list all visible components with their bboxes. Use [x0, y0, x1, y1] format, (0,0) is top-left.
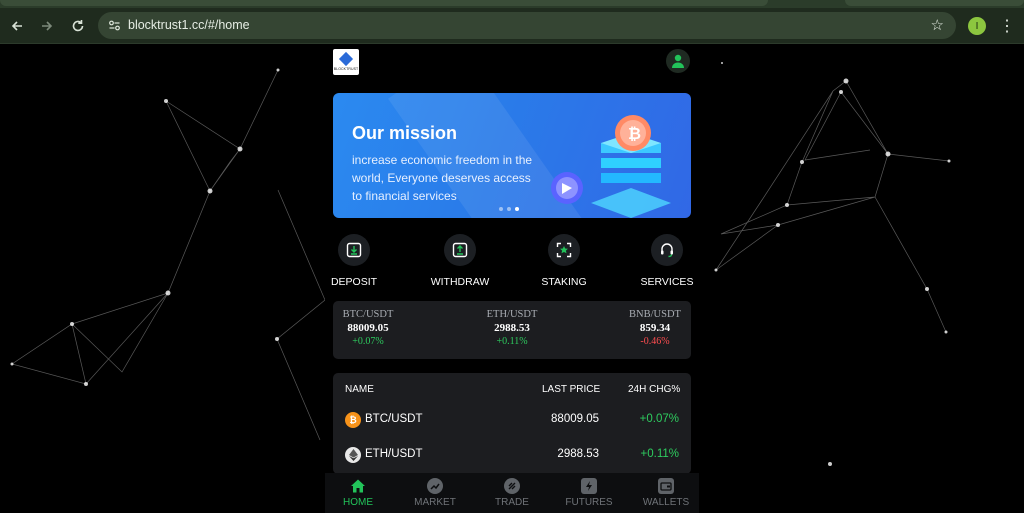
forward-button[interactable]	[36, 15, 58, 37]
quick-actions: DEPOSIT WITHDRAW STAKING SERVICES	[325, 234, 699, 290]
carousel-dot-active[interactable]	[515, 207, 519, 211]
row-price: 88009.05	[551, 413, 599, 425]
nav-label: HOME	[343, 497, 373, 508]
profile-avatar[interactable]: I	[968, 17, 986, 35]
user-profile-button[interactable]	[666, 49, 690, 73]
nav-home[interactable]: HOME	[328, 478, 388, 508]
ticker-eth[interactable]: ETH/USDT 2988.53 +0.11%	[483, 309, 541, 347]
reload-icon	[72, 20, 84, 32]
column-header-price[interactable]: LAST PRICE	[542, 384, 600, 395]
nav-label: MARKET	[414, 497, 456, 508]
staking-button[interactable]: STAKING	[529, 234, 599, 288]
nav-market[interactable]: MARKET	[405, 478, 465, 508]
ticker-bnb[interactable]: BNB/USDT 859.34 -0.46%	[627, 309, 683, 347]
staking-label: STAKING	[541, 276, 587, 288]
ethereum-icon	[345, 447, 361, 463]
row-price: 2988.53	[557, 448, 599, 460]
address-bar[interactable]: blocktrust1.cc/#/home ☆	[98, 12, 956, 39]
nav-wallets[interactable]: WALLETS	[636, 478, 696, 508]
ticker-pair: ETH/USDT	[486, 309, 538, 320]
back-arrow-icon	[11, 21, 22, 31]
wallet-icon	[658, 478, 674, 494]
row-change: +0.11%	[640, 448, 679, 460]
price-ticker: BTC/USDT 88009.05 +0.07% ETH/USDT 2988.5…	[333, 301, 691, 359]
ticker-price: 859.34	[639, 322, 671, 334]
staking-icon	[548, 234, 580, 266]
reload-button[interactable]	[67, 15, 89, 37]
ticker-price: 88009.05	[347, 322, 389, 334]
nav-trade[interactable]: TRADE	[482, 478, 542, 508]
services-button[interactable]: SERVICES	[632, 234, 702, 288]
browser-toolbar: blocktrust1.cc/#/home ☆ I ⋮	[0, 8, 1024, 44]
bitcoin-icon: ₿	[345, 412, 361, 428]
nav-label: FUTURES	[565, 497, 613, 508]
bookmark-star-icon[interactable]: ☆	[931, 16, 944, 34]
row-pair: ETH/USDT	[365, 448, 423, 460]
trade-icon	[504, 478, 520, 494]
banner-title: Our mission	[352, 123, 458, 143]
withdraw-label: WITHDRAW	[430, 276, 490, 288]
mobile-app: BLOCKTRUST Our mission increase economic…	[325, 44, 699, 513]
deposit-icon	[338, 234, 370, 266]
nav-label: TRADE	[495, 497, 529, 508]
svg-text:₿: ₿	[628, 125, 641, 143]
blocktrust-logo[interactable]: BLOCKTRUST	[333, 49, 359, 75]
nav-futures[interactable]: FUTURES	[559, 478, 619, 508]
mission-banner[interactable]: Our mission increase economic freedom in…	[333, 93, 691, 218]
carousel-dot[interactable]	[499, 207, 503, 211]
deposit-label: DEPOSIT	[330, 276, 378, 288]
market-table: NAME LAST PRICE 24H CHG% ₿ BTC/USDT 8800…	[333, 373, 691, 474]
futures-icon	[581, 478, 597, 494]
logo-text: BLOCKTRUST	[333, 67, 359, 71]
ticker-btc[interactable]: BTC/USDT 88009.05 +0.07%	[341, 309, 395, 347]
market-icon	[427, 478, 443, 494]
headset-icon	[651, 234, 683, 266]
column-header-change[interactable]: 24H CHG%	[628, 384, 680, 395]
ticker-change: +0.07%	[352, 336, 384, 347]
ticker-pair: BNB/USDT	[629, 309, 681, 320]
browser-menu-icon[interactable]: ⋮	[999, 16, 1015, 36]
withdraw-icon	[444, 234, 476, 266]
withdraw-button[interactable]: WITHDRAW	[425, 234, 495, 288]
ticker-change: -0.46%	[640, 336, 670, 347]
bottom-navigation: HOME MARKET TRADE FUTURES WALLETS	[325, 473, 699, 513]
ticker-pair: BTC/USDT	[342, 309, 394, 320]
row-change: +0.07%	[639, 413, 679, 425]
banner-text: increase economic freedom in the world, …	[352, 153, 533, 203]
column-header-name[interactable]: NAME	[345, 384, 374, 395]
carousel-dot[interactable]	[507, 207, 511, 211]
back-button[interactable]	[6, 15, 28, 37]
row-pair: BTC/USDT	[365, 413, 423, 425]
table-row[interactable]: ETH/USDT 2988.53 +0.11%	[333, 438, 691, 472]
crypto-illustration: ₿	[551, 115, 671, 218]
tab-strip	[0, 0, 1024, 8]
url-text[interactable]: blocktrust1.cc/#/home	[128, 18, 250, 32]
deposit-button[interactable]: DEPOSIT	[319, 234, 389, 288]
services-label: SERVICES	[640, 276, 694, 288]
table-row[interactable]: ₿ BTC/USDT 88009.05 +0.07%	[333, 403, 691, 437]
nav-label: WALLETS	[642, 497, 690, 508]
tab-edge	[845, 0, 1024, 6]
tab-edge	[0, 0, 768, 6]
home-icon	[350, 478, 366, 494]
carousel-dots	[499, 207, 519, 211]
ticker-price: 2988.53	[494, 322, 530, 334]
site-info-icon[interactable]	[107, 18, 121, 32]
forward-arrow-icon	[42, 21, 53, 31]
cube-logo-icon	[338, 51, 354, 67]
user-icon	[672, 54, 684, 68]
ticker-change: +0.11%	[496, 336, 528, 347]
